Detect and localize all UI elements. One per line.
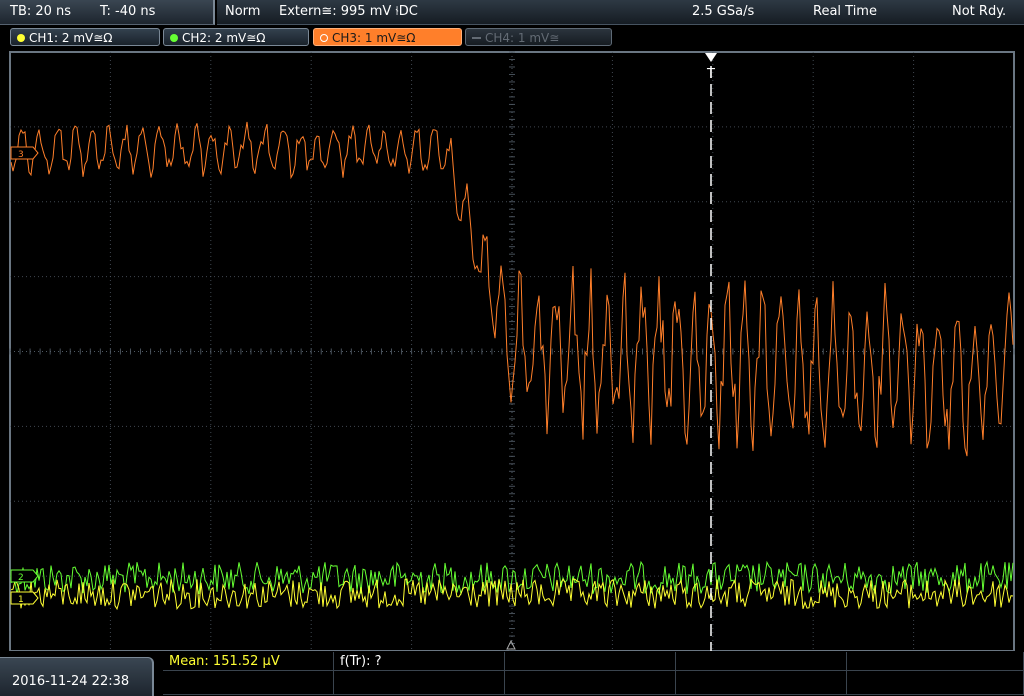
channel-bar: CH1: 2 mV≅Ω CH2: 2 mV≅Ω CH3: 1 mV≅Ω CH4:… (0, 26, 1024, 48)
sample-rate: 2.5 GSa/s (692, 4, 755, 19)
svg-text:3: 3 (18, 150, 24, 160)
channel-4-label: CH4: 1 mV≅ (485, 31, 560, 45)
trigger-mode: Norm (225, 4, 261, 19)
channel-2-label: CH2: 2 mV≅Ω (182, 31, 266, 45)
trigger-offset-readout: T: -40 ns (100, 4, 156, 19)
top-status-bar: TB: 20 ns T: -40 ns Norm Extern≅: 995 mV… (0, 0, 1024, 26)
channel-2-indicator-icon (170, 33, 178, 42)
channel-3-offset-marker[interactable]: 3 (10, 146, 39, 160)
timebase-readout: TB: 20 ns (10, 4, 72, 19)
channel-1-offset-marker[interactable]: 1 (10, 591, 39, 605)
channel-2-button[interactable]: CH2: 2 mV≅Ω (163, 28, 309, 46)
acquisition-mode: Real Time (813, 4, 877, 19)
channel-4-button[interactable]: CH4: 1 mV≅ (465, 28, 612, 46)
channel-3-indicator-icon (320, 33, 328, 42)
date-time: 2016-11-24 22:38 (12, 674, 130, 689)
trigger-source: Extern≅: 995 mV ⫮DC (279, 4, 418, 19)
svg-text:2: 2 (18, 573, 24, 583)
trigger-panel[interactable]: Norm Extern≅: 995 mV ⫮DC 2.5 GSa/s Real … (217, 0, 1024, 25)
waveform-display[interactable]: T 3 2 1 (0, 48, 1024, 656)
rise-time-measurement: f(Tr): ? (340, 654, 382, 669)
timebase-panel[interactable]: TB: 20 ns T: -40 ns (0, 0, 215, 25)
channel-4-indicator-icon (472, 36, 481, 39)
measurement-panel[interactable]: Mean: 151.52 µV f(Tr): ? (163, 652, 1024, 695)
trigger-status: Not Rdy. (952, 4, 1007, 19)
channel-2-offset-marker[interactable]: 2 (10, 569, 39, 583)
channel-1-button[interactable]: CH1: 2 mV≅Ω (10, 28, 160, 46)
trigger-marker: T (706, 67, 715, 82)
channel-3-button[interactable]: CH3: 1 mV≅Ω (313, 28, 462, 46)
channel-3-label: CH3: 1 mV≅Ω (332, 31, 416, 45)
mean-measurement: Mean: 151.52 µV (169, 654, 280, 669)
date-time-panel[interactable]: 2016-11-24 22:38 (0, 657, 154, 696)
channel-1-indicator-icon (17, 33, 25, 42)
channel-1-label: CH1: 2 mV≅Ω (29, 31, 113, 45)
svg-text:1: 1 (18, 595, 24, 605)
